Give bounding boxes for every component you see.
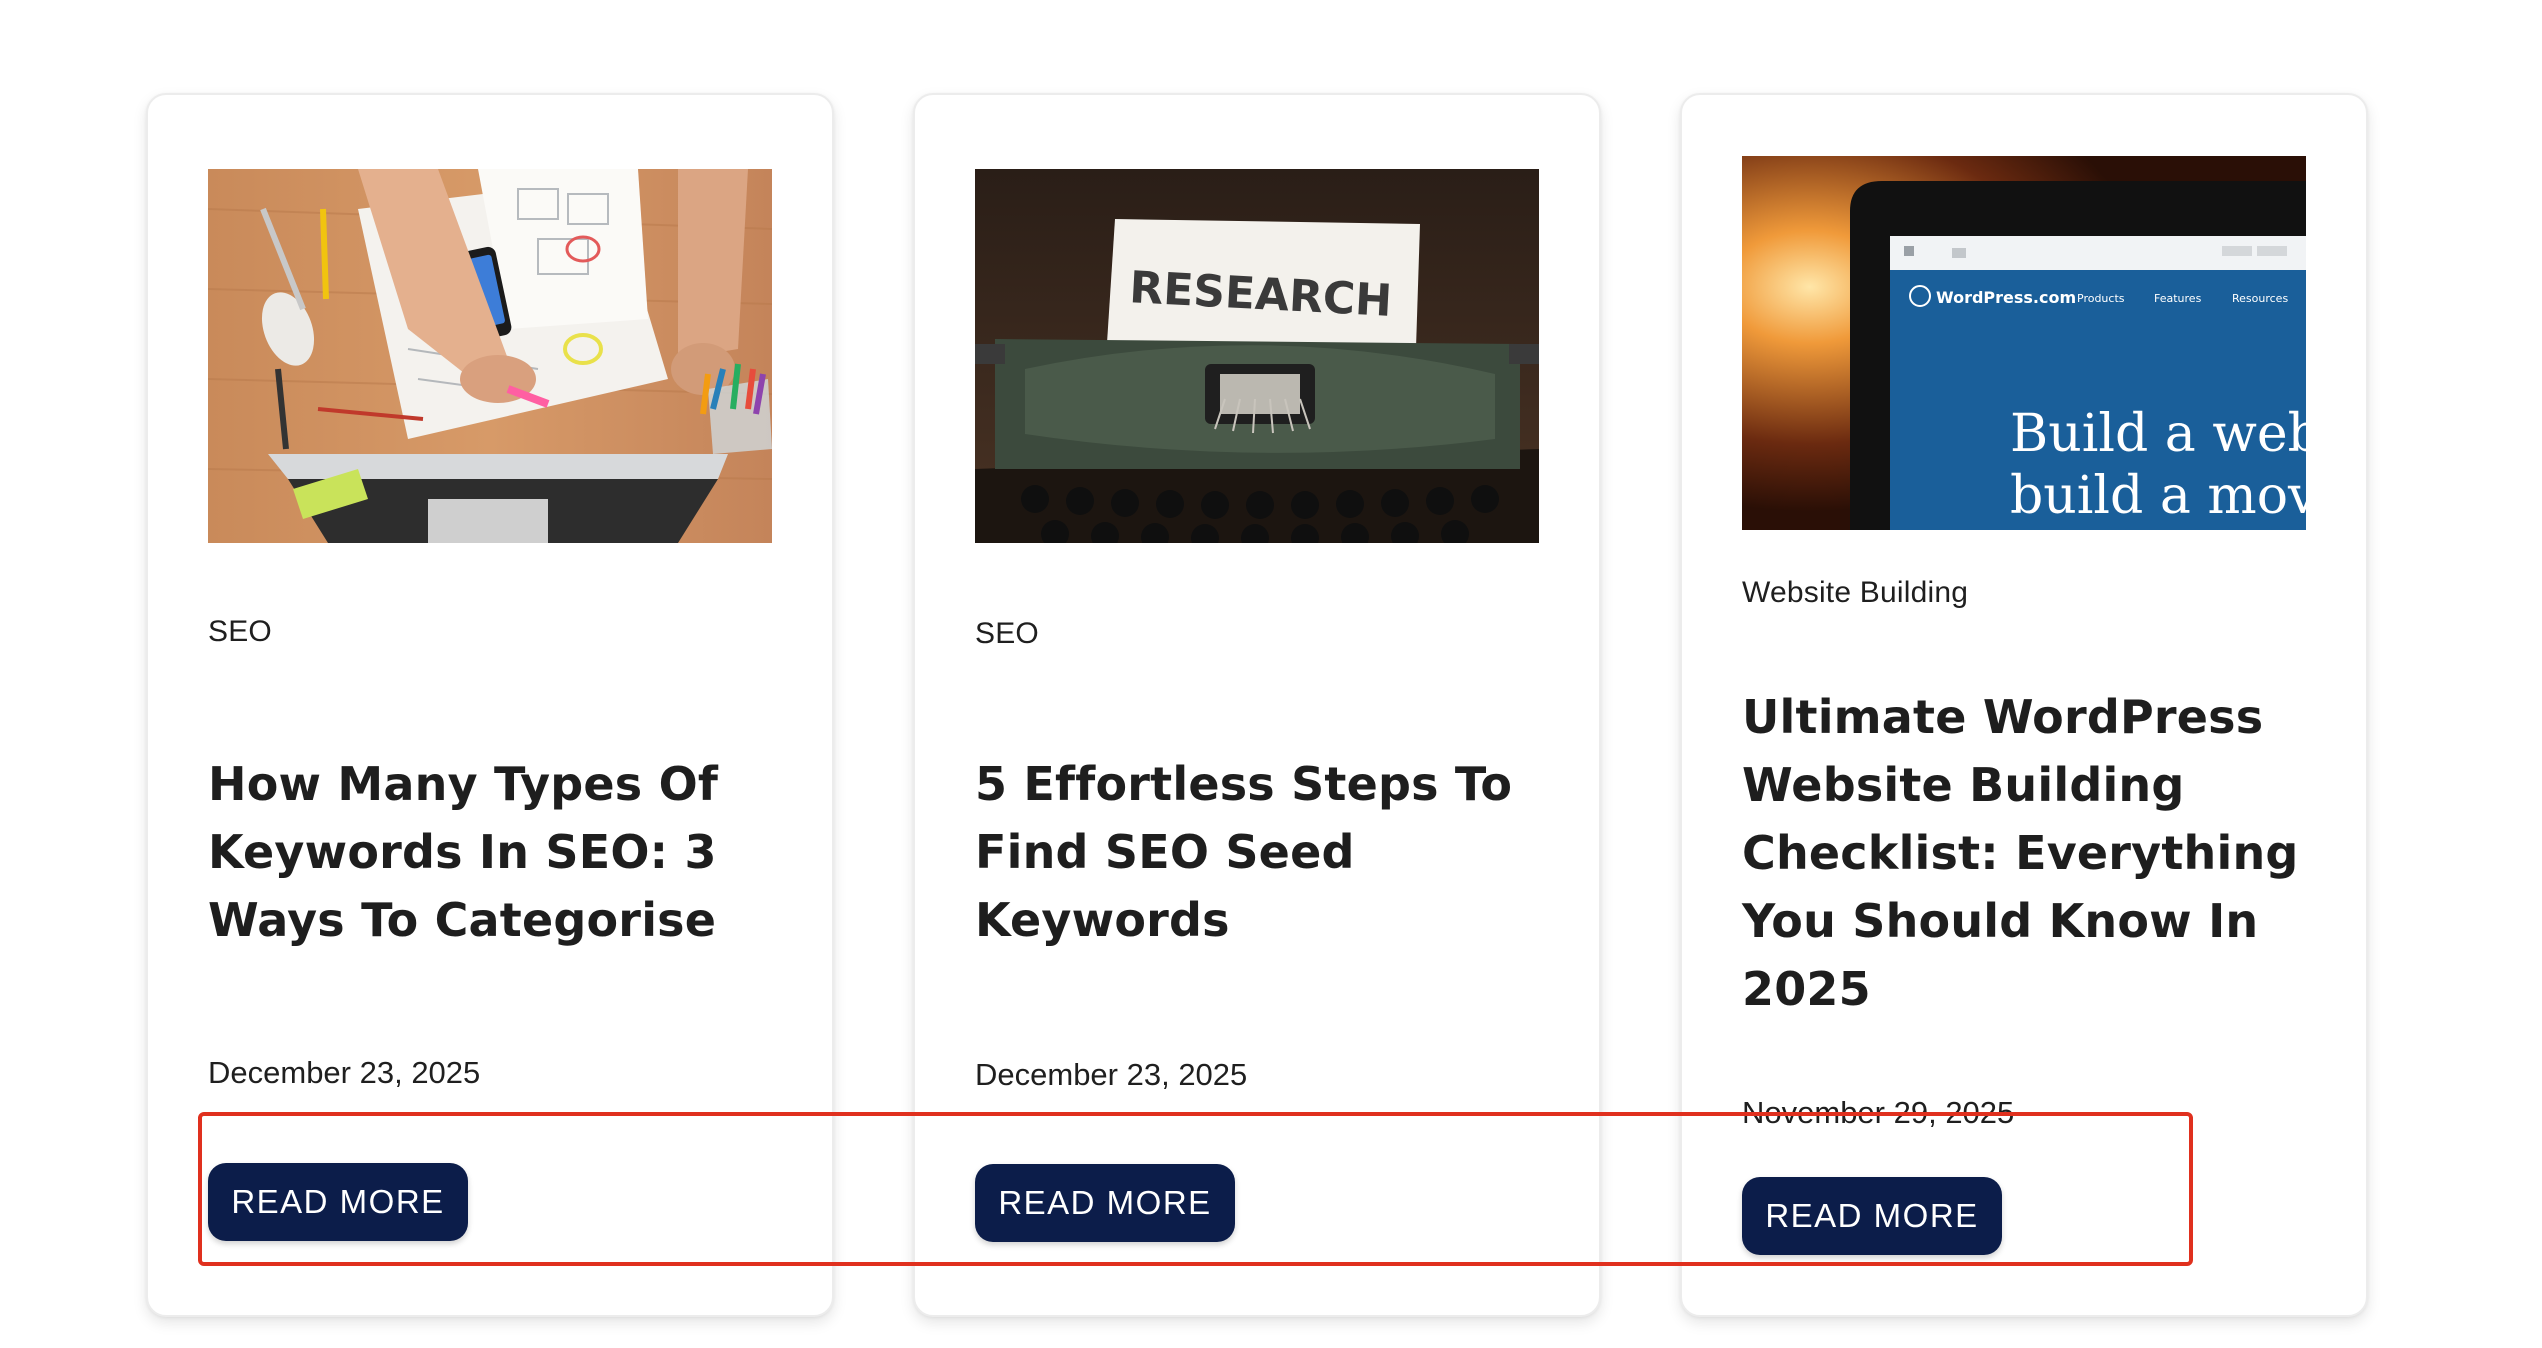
screen-headline-text: Build a webs — [2010, 404, 2306, 464]
post-date: November 29, 2025 — [1742, 1095, 2015, 1130]
screen-nav-text: Features — [2154, 292, 2202, 305]
post-thumbnail[interactable] — [208, 169, 772, 543]
read-more-button[interactable]: READ MORE — [208, 1163, 468, 1241]
read-more-button[interactable]: READ MORE — [975, 1164, 1235, 1242]
post-title[interactable]: Ultimate WordPress Website Building Chec… — [1742, 683, 2302, 1023]
read-more-button[interactable]: READ MORE — [1742, 1177, 2002, 1255]
blog-card: WordPress.com Products Features Resource… — [1680, 93, 2368, 1317]
screen-headline-text: build a move — [2010, 466, 2306, 526]
blog-card: RESEARCH SEO 5 Effortless Steps To Find … — [913, 93, 1601, 1317]
typewriter-research-photo: RESEARCH — [975, 169, 1539, 543]
blog-card: SEO How Many Types Of Keywords In SEO: 3… — [146, 93, 834, 1317]
post-category[interactable]: Website Building — [1742, 576, 1968, 610]
screen-nav-text: Resources — [2232, 292, 2288, 305]
post-thumbnail[interactable]: RESEARCH — [975, 169, 1539, 543]
post-category[interactable]: SEO — [208, 615, 272, 649]
wordpress-laptop-photo: WordPress.com Products Features Resource… — [1742, 156, 2306, 530]
post-title[interactable]: 5 Effortless Steps To Find SEO Seed Keyw… — [975, 750, 1535, 954]
post-thumbnail[interactable]: WordPress.com Products Features Resource… — [1742, 156, 2306, 530]
post-title[interactable]: How Many Types Of Keywords In SEO: 3 Way… — [208, 750, 768, 954]
post-date: December 23, 2025 — [208, 1055, 481, 1090]
screen-brand-text: WordPress.com — [1936, 288, 2076, 307]
screen-nav-text: Products — [2077, 292, 2125, 305]
blog-card-grid: SEO How Many Types Of Keywords In SEO: 3… — [0, 0, 2542, 1348]
post-category[interactable]: SEO — [975, 617, 1039, 651]
desk-planning-photo — [208, 169, 772, 543]
post-date: December 23, 2025 — [975, 1057, 1248, 1092]
